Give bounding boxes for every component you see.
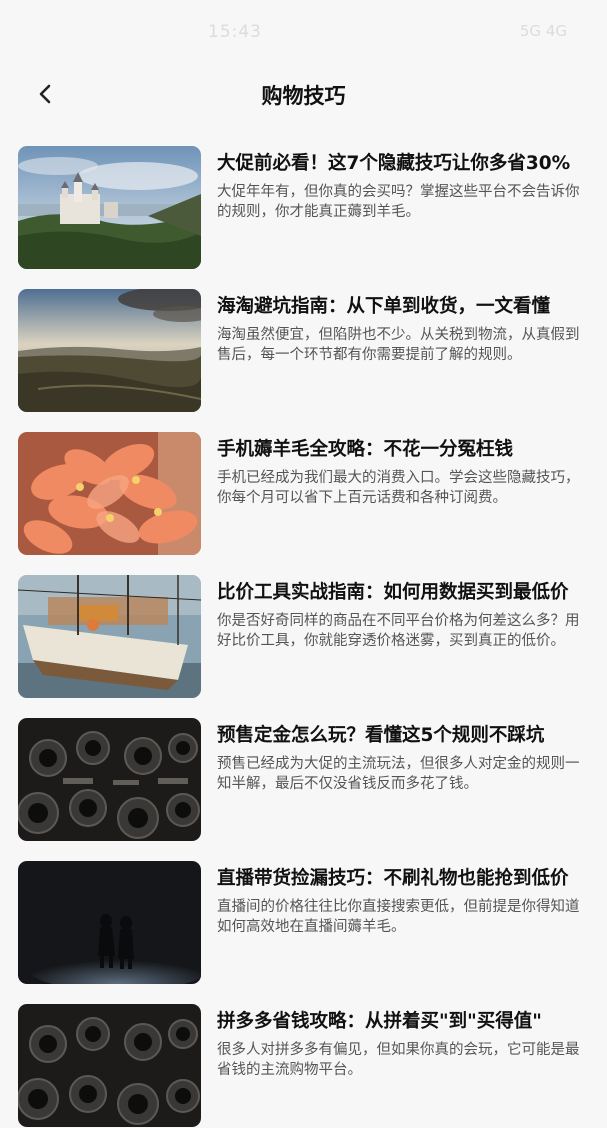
page-title: 购物技巧 <box>261 84 346 108</box>
article-item[interactable]: 直播带货捡漏技巧：不刷礼物也能抢到低价 直播间的价格往往比你直接搜索更低，但前提… <box>18 861 593 985</box>
article-description: 很多人对拼多多有偏见，但如果你真的会玩，它可能是最省钱的主流购物平台。 <box>217 1042 580 1078</box>
article-thumbnail <box>18 718 201 841</box>
article-title: 拼多多省钱攻略：从拼着买"到"买得值" <box>217 1011 542 1032</box>
article-title: 手机薅羊毛全攻略：不花一分冤枉钱 <box>217 439 514 460</box>
article-thumbnail <box>18 861 201 984</box>
article-item[interactable]: 比价工具实战指南：如何用数据买到最低价 你是否好奇同样的商品在不同平台价格为何差… <box>18 575 593 699</box>
article-title: 直播带货捡漏技巧：不刷礼物也能抢到低价 <box>217 868 569 889</box>
article-description: 海淘虽然便宜，但陷阱也不少。从关税到物流，从真假到售后，每一个环节都有你需要提前… <box>217 327 580 363</box>
article-item[interactable]: 海淘避坑指南：从下单到收货，一文看懂 海淘虽然便宜，但陷阱也不少。从关税到物流，… <box>18 289 593 413</box>
article-title: 预售定金怎么玩？看懂这5个规则不踩坑 <box>217 725 545 746</box>
article-description: 大促年年有，但你真的会买吗？掌握这些平台不会告诉你的规则，你才能真正薅到羊毛。 <box>217 184 580 220</box>
article-thumbnail <box>18 289 201 412</box>
article-item[interactable]: 拼多多省钱攻略：从拼着买"到"买得值" 很多人对拼多多有偏见，但如果你真的会玩，… <box>18 1004 593 1128</box>
article-item[interactable]: 手机薅羊毛全攻略：不花一分冤枉钱 手机已经成为我们最大的消费入口。学会这些隐藏技… <box>18 432 593 556</box>
article-description: 预售已经成为大促的主流玩法，但很多人对定金的规则一知半解，最后不仅没省钱反而多花… <box>217 756 580 792</box>
article-thumbnail <box>18 575 201 698</box>
article-description: 直播间的价格往往比你直接搜索更低，但前提是你得知道如何高效地在直播间薅羊毛。 <box>217 899 580 935</box>
article-item[interactable]: 大促前必看！这7个隐藏技巧让你多省30% 大促年年有，但你真的会买吗？掌握这些平… <box>18 146 593 270</box>
article-title: 比价工具实战指南：如何用数据买到最低价 <box>217 582 569 603</box>
article-thumbnail <box>18 146 201 269</box>
article-thumbnail <box>18 1004 201 1127</box>
article-thumbnail <box>18 432 201 555</box>
article-title: 大促前必看！这7个隐藏技巧让你多省30% <box>217 153 571 174</box>
status-time: 15:43 <box>208 22 262 42</box>
status-bar: 15:43 5G 4G <box>0 0 607 58</box>
nav-bar: 购物技巧 <box>0 62 607 124</box>
status-signal: 5G 4G <box>519 22 567 40</box>
article-title: 海淘避坑指南：从下单到收货，一文看懂 <box>217 296 551 317</box>
article-item[interactable]: 预售定金怎么玩？看懂这5个规则不踩坑 预售已经成为大促的主流玩法，但很多人对定金… <box>18 718 593 842</box>
article-description: 你是否好奇同样的商品在不同平台价格为何差这么多？用好比价工具，你就能穿透价格迷雾… <box>217 613 580 649</box>
article-description: 手机已经成为我们最大的消费入口。学会这些隐藏技巧，你每个月可以省下上百元话费和各… <box>217 470 580 506</box>
